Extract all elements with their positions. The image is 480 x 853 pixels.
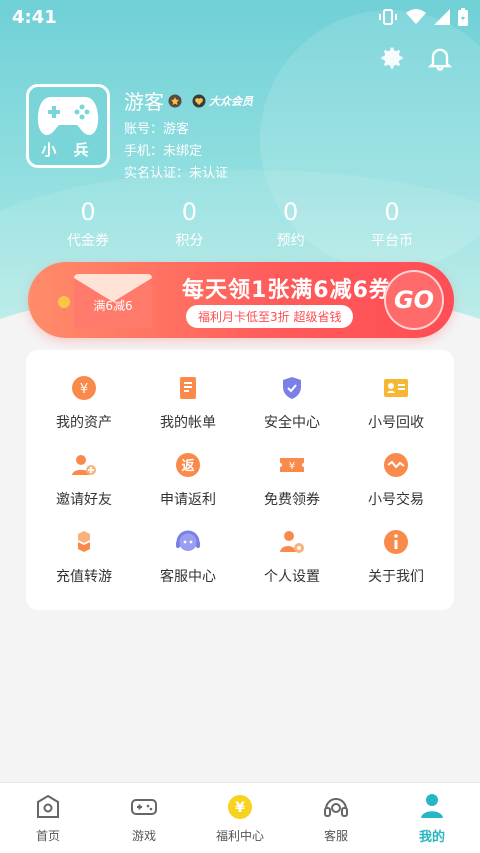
menu-item-bill[interactable]: 我的帐单 [136, 364, 240, 441]
user-name: 游客 [124, 90, 164, 114]
menu-item-invite[interactable]: 邀请好友 [32, 441, 136, 518]
stat-platform-coins[interactable]: 0 平台币 [344, 198, 440, 250]
menu-item-label: 小号回收 [368, 414, 424, 431]
status-bar: 4:41 [0, 0, 480, 34]
vip-badge: 大众会员 [192, 93, 253, 109]
stat-value: 0 [384, 198, 400, 226]
stat-label: 积分 [175, 233, 204, 249]
menu-item-label: 我的帐单 [160, 414, 216, 431]
menu-item-label: 小号交易 [368, 491, 424, 508]
signal-icon [434, 9, 450, 25]
coupon-icon: ¥ [280, 457, 304, 472]
tab-home[interactable]: 首页 [0, 783, 96, 853]
feature-grid: ¥ 我的资产 我的帐单 安全中心 小号回收 邀请好友 返 申请返利 ¥ 免费领券… [26, 350, 454, 610]
tab-service[interactable]: 客服 [288, 783, 384, 853]
svg-text:¥: ¥ [235, 800, 245, 816]
menu-item-rebate[interactable]: 返 申请返利 [136, 441, 240, 518]
stat-value: 0 [283, 198, 299, 226]
menu-item-support[interactable]: 客服中心 [136, 519, 240, 596]
svg-text:¥: ¥ [289, 461, 295, 472]
asset-icon: ¥ [72, 375, 96, 400]
gear-icon[interactable] [378, 44, 406, 72]
user-settings-icon [280, 531, 304, 554]
go-button[interactable]: GO [384, 270, 444, 330]
menu-item-label: 安全中心 [264, 414, 320, 431]
stat-label: 预约 [276, 233, 305, 249]
menu-item-security[interactable]: 安全中心 [240, 364, 344, 441]
headphones-icon [324, 797, 348, 817]
invite-user-icon [72, 454, 96, 475]
stat-value: 0 [181, 198, 197, 226]
bottom-tab-bar: 首页 游戏 ¥ 福利中心 客服 我的 [0, 782, 480, 853]
avatar-caption: 小 兵 [41, 140, 95, 159]
banner-subtitle: 福利月卡低至3折 超级省钱 [186, 305, 354, 328]
envelope-text: 满6减6 [93, 299, 132, 313]
shield-icon [283, 376, 301, 399]
stat-vouchers[interactable]: 0 代金券 [40, 198, 136, 250]
menu-item-label: 关于我们 [368, 569, 424, 586]
bill-icon [180, 376, 196, 399]
trade-icon [384, 452, 408, 477]
bell-icon[interactable] [426, 44, 454, 72]
tab-mine[interactable]: 我的 [384, 783, 480, 853]
svg-text:返: 返 [181, 459, 194, 474]
menu-item-recycle[interactable]: 小号回收 [344, 364, 448, 441]
tab-label: 福利中心 [215, 828, 264, 843]
cubes-icon [78, 531, 90, 553]
menu-item-trade[interactable]: 小号交易 [344, 441, 448, 518]
menu-item-label: 客服中心 [160, 569, 216, 586]
vip-label: 大众会员 [209, 94, 253, 108]
user-info: 游客 大众会员 账号：游客 手机：未绑定 实名认证：未认证 [124, 86, 253, 181]
menu-item-settings[interactable]: 个人设置 [240, 519, 344, 596]
menu-item-label: 邀请好友 [56, 491, 112, 508]
home-icon [37, 794, 59, 818]
id-card-icon [384, 378, 408, 397]
red-envelope-icon: 满6减6 [58, 274, 152, 328]
gamepad-logo-icon [37, 96, 99, 135]
avatar[interactable]: 小 兵 [26, 84, 110, 168]
stat-value: 0 [80, 198, 96, 226]
banner-title: 每天领1张满6减6券 [182, 278, 392, 303]
realname-line: 实名认证：未认证 [124, 166, 229, 181]
vibrate-icon [379, 9, 397, 25]
stat-label: 平台币 [370, 233, 413, 249]
menu-item-assets[interactable]: ¥ 我的资产 [32, 364, 136, 441]
menu-item-transfer[interactable]: 充值转游 [32, 519, 136, 596]
stat-reservations[interactable]: 0 预约 [243, 198, 339, 250]
tab-label: 客服 [323, 828, 348, 843]
wifi-icon [406, 9, 426, 24]
account-line: 账号：游客 [124, 122, 190, 137]
gamepad-icon [131, 798, 157, 815]
battery-icon [458, 8, 468, 26]
menu-item-about[interactable]: 关于我们 [344, 519, 448, 596]
tab-label: 首页 [35, 828, 60, 843]
tab-welfare[interactable]: ¥ 福利中心 [192, 783, 288, 853]
phone-line: 手机：未绑定 [124, 144, 203, 159]
status-time: 4:41 [12, 6, 57, 28]
menu-item-label: 我的资产 [56, 414, 112, 431]
tab-games[interactable]: 游戏 [96, 783, 192, 853]
stat-label: 代金券 [67, 233, 109, 249]
rebate-icon: 返 [176, 452, 200, 477]
tab-label: 我的 [418, 829, 445, 845]
menu-item-label: 申请返利 [160, 491, 216, 508]
vip-heart-icon [192, 94, 206, 107]
menu-item-label: 免费领券 [264, 491, 320, 508]
headset-icon [176, 530, 200, 552]
menu-item-label: 个人设置 [264, 569, 320, 586]
tab-label: 游戏 [131, 828, 156, 843]
person-icon [421, 793, 443, 818]
yen-coin-icon: ¥ [228, 794, 252, 819]
info-icon [384, 530, 408, 555]
stats-row: 0 代金券 0 积分 0 预约 0 平台币 [40, 198, 440, 250]
svg-text:¥: ¥ [80, 382, 88, 397]
rank-badge-icon [168, 94, 182, 107]
menu-item-coupon[interactable]: ¥ 免费领券 [240, 441, 344, 518]
menu-item-label: 充值转游 [56, 569, 112, 586]
stat-points[interactable]: 0 积分 [141, 198, 237, 250]
coupon-banner[interactable]: 满6减6 每天领1张满6减6券 福利月卡低至3折 超级省钱 GO [28, 262, 454, 338]
